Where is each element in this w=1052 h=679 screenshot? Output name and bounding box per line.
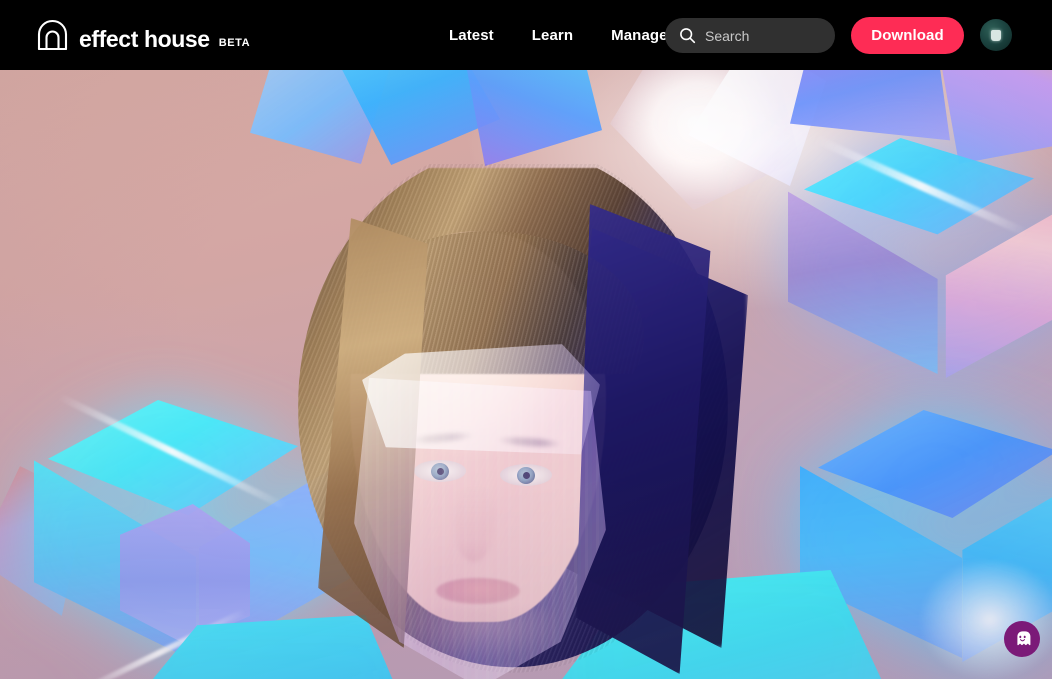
ghost-icon xyxy=(1014,630,1031,648)
nav-link-learn[interactable]: Learn xyxy=(532,27,573,44)
search-input[interactable] xyxy=(705,27,821,44)
brand-wordmark: effect house xyxy=(79,25,210,52)
hero-banner xyxy=(0,70,1052,679)
avatar-image xyxy=(991,29,1001,41)
user-avatar[interactable] xyxy=(980,19,1012,51)
brand-logo-link[interactable]: effect house BETA xyxy=(36,18,250,53)
search-icon xyxy=(679,27,696,44)
arch-house-logo-icon xyxy=(36,18,70,53)
cube-inner-glow xyxy=(920,560,1052,679)
support-chat-button[interactable] xyxy=(1004,621,1040,657)
nav-link-manage[interactable]: Manage xyxy=(611,27,667,44)
brand-beta-badge: BETA xyxy=(218,36,251,49)
site-header: effect house BETA Latest Learn Manage Do… xyxy=(0,0,1052,70)
main-navigation: Latest Learn Manage xyxy=(449,0,668,70)
hero-media xyxy=(0,70,1052,679)
crystal-cube-right-upper xyxy=(782,135,1052,408)
hero-portrait-subject xyxy=(258,108,768,679)
nav-link-latest[interactable]: Latest xyxy=(449,27,494,44)
search-box[interactable] xyxy=(665,18,835,53)
download-button[interactable]: Download xyxy=(851,17,964,54)
